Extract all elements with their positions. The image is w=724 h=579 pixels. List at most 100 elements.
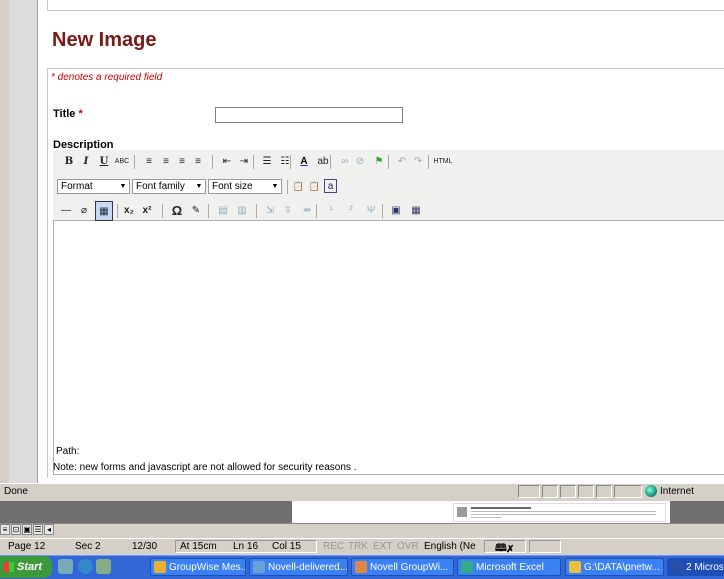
hr-icon[interactable]: — [58,201,74,219]
row-icon[interactable]: ▤ [215,201,231,219]
toolbar-separator [428,155,429,169]
app-icon [253,561,265,573]
globe-icon [645,485,657,497]
start-button[interactable]: Start [0,556,52,578]
ie-icon[interactable] [78,559,93,574]
status-ext[interactable]: EXT [373,541,392,552]
taskbar-item[interactable]: Novell GroupWi... [351,558,454,576]
align-left-icon[interactable]: ≡ [141,152,157,170]
title-label-text: Title [53,108,76,120]
app-icon [154,561,166,573]
outdent-icon[interactable]: ⇤ [219,152,235,170]
title-divider [47,68,724,69]
taskbar-item[interactable]: G:\DATA\pnetw... [565,558,664,576]
status-rec[interactable]: REC [323,541,344,552]
font-family-select[interactable]: Font family ▼ [132,179,206,194]
show-desktop-icon[interactable] [58,559,73,574]
highlight-icon[interactable]: ab [315,152,331,170]
underline-icon[interactable]: U [96,152,112,170]
toolbar-separator [256,204,257,218]
toolbar-separator [212,155,213,169]
taskbar-item[interactable]: Novell-delivered... [249,558,348,576]
merge-icon[interactable]: ⇳ [280,201,296,219]
image-icon[interactable]: Ψ [363,201,379,219]
outline-view-icon[interactable]: ☰ [33,524,43,535]
cell-icon[interactable]: ¹ [323,201,339,219]
toolbar-separator [134,155,135,169]
title-input[interactable] [215,107,403,123]
toolbar-separator [117,204,118,218]
undo-icon[interactable]: ↶ [394,152,410,170]
paste-icon[interactable]: 📋 [291,177,306,195]
font-size-select[interactable]: Font size ▼ [208,179,282,194]
status-ovr[interactable]: OVR [397,541,419,552]
status-pages: 12/30 [132,541,158,552]
special-char-icon[interactable]: Ω [169,201,185,219]
column-icon[interactable]: ▥ [234,201,250,219]
taskbar-item-label: Novell-delivered... [268,561,348,573]
status-section: Sec 2 [75,541,101,552]
table-icon[interactable]: ▦ [95,201,113,221]
status-language: English (Ne [424,541,476,552]
status-column: Col 15 [272,541,301,552]
security-zone: Internet [645,485,694,497]
windows-logo-icon [4,562,14,572]
superscript-icon[interactable]: x² [139,201,155,219]
scroll-left-icon[interactable]: ◂ [44,524,54,535]
media-icon[interactable]: ▣ [388,201,404,219]
status-panel [529,540,561,553]
align-center-icon[interactable]: ≡ [158,152,174,170]
status-page: Page 12 [8,541,46,552]
web-view-icon[interactable]: ⊡ [11,524,21,535]
quick-launch-icon[interactable] [96,559,111,574]
font-color-icon[interactable]: A [296,152,312,170]
delete-row-icon[interactable]: ⇴ [299,201,315,219]
format-select[interactable]: Format ▼ [57,179,130,194]
toolbar-separator [162,204,163,218]
indent-icon[interactable]: ⇥ [236,152,252,170]
font-size-select-value: Font size [212,181,253,192]
align-justify-icon[interactable]: ≡ [190,152,206,170]
status-panel [596,485,612,498]
align-right-icon[interactable]: ≡ [174,152,190,170]
taskbar-item-label: 2 Microso [686,561,724,573]
status-at: At 15cm [180,541,217,552]
start-label: Start [17,561,43,573]
status-panel [578,485,594,498]
italic-icon[interactable]: I [78,152,94,170]
eraser-icon[interactable]: ⌀ [76,201,92,219]
print-view-icon[interactable]: ▣ [22,524,32,535]
taskbar-item[interactable]: Microsoft Excel [457,558,561,576]
html-icon[interactable]: HTML [433,152,453,170]
cell-props-icon[interactable]: ² [343,201,359,219]
required-field-note: * denotes a required field [51,72,163,83]
grid-icon[interactable]: ▦ [408,201,424,219]
strikethrough-icon[interactable]: ABC [114,152,130,170]
redo-icon[interactable]: ↷ [410,152,426,170]
bullet-list-icon[interactable]: ☰ [259,152,275,170]
toolbar-separator [208,204,209,218]
toolbar-separator [253,155,254,169]
split-icon[interactable]: ⇲ [262,201,278,219]
taskbar-item-label: G:\DATA\pnetw... [584,561,660,573]
document-thumbnail [453,503,666,522]
unlink-icon[interactable]: ⊘ [352,152,368,170]
subscript-icon[interactable]: x₂ [121,201,137,219]
edit-icon[interactable]: ✎ [188,201,204,219]
app-icon [569,561,581,573]
bold-icon[interactable]: B [61,152,77,170]
status-trk[interactable]: TRK [348,541,368,552]
select-all-icon[interactable]: a [324,179,337,193]
link-icon[interactable]: ∞ [337,152,353,170]
format-select-value: Format [61,181,93,192]
taskbar-item[interactable]: GroupWise Mes... [150,558,246,576]
left-margin-panel [9,0,38,483]
normal-view-icon[interactable]: ≡ [0,524,10,535]
taskbar-item[interactable]: 2 Microso [667,558,724,576]
taskbar-item-label: Microsoft Excel [476,561,544,573]
anchor-icon[interactable]: ⚑ [371,152,387,170]
required-star: * [78,108,83,120]
app-icon [461,561,473,573]
page-title: New Image [52,29,157,51]
paste-word-icon[interactable]: 📋 [307,177,322,195]
